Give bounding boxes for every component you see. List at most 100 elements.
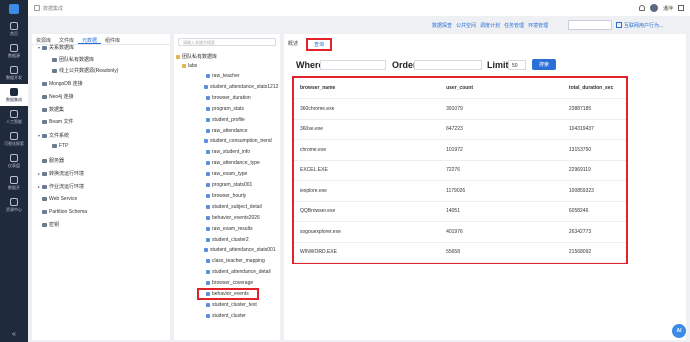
- resource-item[interactable]: Neo4j 连接: [38, 93, 73, 100]
- table-item[interactable]: student_attendance_detail: [206, 269, 271, 275]
- schema-node[interactable]: labs: [182, 63, 197, 69]
- fullscreen-icon[interactable]: [678, 5, 684, 11]
- nav-item-5[interactable]: 可视化探索: [0, 128, 28, 150]
- resource-item[interactable]: 团队私有数据库: [48, 56, 94, 63]
- resource-item[interactable]: 密钥: [38, 221, 59, 228]
- nav-item-label: 数据集成: [6, 96, 22, 102]
- table-row[interactable]: WINWORD.EXE 55658 21568092: [294, 242, 626, 263]
- resource-item-label: 关系数据库: [49, 45, 75, 51]
- table-item[interactable]: browser_coverage: [206, 280, 253, 286]
- tree-root[interactable]: 团队私有数据库: [176, 53, 217, 60]
- table-item-label: behavior_events2026: [212, 214, 260, 221]
- table-icon: [206, 281, 210, 286]
- table-item[interactable]: raw_attendance_type: [206, 160, 260, 166]
- avatar[interactable]: [649, 4, 658, 12]
- table-item[interactable]: raw_exam_type: [206, 171, 247, 177]
- table-item[interactable]: program_stats: [206, 106, 244, 112]
- table-row[interactable]: 360se.exe 647223 104319437: [294, 119, 626, 140]
- search-button[interactable]: 搜索: [532, 59, 556, 70]
- dashboard-icon: [10, 153, 18, 162]
- database-icon: [10, 43, 18, 52]
- table-item[interactable]: raw_attendance: [206, 128, 248, 134]
- notification-icon[interactable]: [638, 5, 645, 11]
- table-icon: [206, 313, 210, 318]
- table-item[interactable]: student_cluster2: [206, 237, 249, 243]
- nav-item-2[interactable]: 数据开发: [0, 62, 28, 84]
- table-row[interactable]: QQBrowser.exe 14051 6058246: [294, 201, 626, 222]
- table-row[interactable]: chrome.exe 101972 13153750: [294, 139, 626, 161]
- order-input[interactable]: [414, 60, 482, 70]
- resource-item[interactable]: ▸ 作业流运行环境: [38, 183, 84, 190]
- resource-item[interactable]: 数据集: [38, 106, 64, 113]
- toolbar-link-4[interactable]: 环境管理: [528, 22, 548, 29]
- resource-item[interactable]: Partition Schema: [38, 209, 87, 215]
- table-row[interactable]: 360chrome.exe 391079 23887185: [294, 98, 626, 120]
- toolbar-link-1[interactable]: 公共空间: [456, 22, 476, 29]
- nav-item-7[interactable]: 数据开: [0, 172, 28, 194]
- chart-icon: [10, 131, 18, 140]
- table-item[interactable]: browser_duration: [206, 95, 251, 101]
- table-icon: [206, 237, 210, 242]
- resource-item[interactable]: 线上公共数据源(Readonly): [48, 67, 118, 74]
- tree-root-label: 团队私有数据库: [182, 54, 218, 60]
- toolbar-link-0[interactable]: 数据探查: [432, 22, 452, 29]
- open-icon: [10, 175, 18, 184]
- table-item[interactable]: student_consumption_trend: [204, 138, 272, 144]
- toolbar-link-2[interactable]: 调度计划: [480, 22, 500, 29]
- table-item[interactable]: program_stats001: [206, 182, 252, 188]
- project-link[interactable]: 互联网用户行为...: [616, 20, 684, 30]
- resource-tab-0[interactable]: 资源库: [32, 34, 55, 44]
- resource-tab-1[interactable]: 文件库: [55, 34, 78, 44]
- environment-select[interactable]: [568, 20, 612, 30]
- table-search-input[interactable]: 请输入关键字搜索: [178, 38, 276, 46]
- table-item[interactable]: browser_hourly: [206, 193, 246, 199]
- nav-item-1[interactable]: 数据源: [0, 40, 28, 62]
- table-item[interactable]: student_attendance_stats1212: [204, 84, 278, 90]
- table-item[interactable]: raw_student_info: [206, 149, 250, 155]
- resource-item[interactable]: ▸ 转换流运行环境: [38, 170, 84, 177]
- table-item[interactable]: student_attendance_stats001: [204, 247, 276, 253]
- nav-item-8[interactable]: 资源中心: [0, 194, 28, 216]
- resource-tab-3[interactable]: 组件库: [101, 34, 124, 44]
- nav-item-0[interactable]: 首页: [0, 18, 28, 40]
- table-row[interactable]: iexplore.exe 1179026 100859323: [294, 180, 626, 202]
- table-row[interactable]: sogouexplorer.exe 401976 26342773: [294, 221, 626, 243]
- table-row[interactable]: EXCEL.EXE 72276 22969119: [294, 160, 626, 181]
- table-item[interactable]: class_teacher_mapping: [206, 258, 265, 264]
- table-item-label: raw_student_info: [212, 149, 251, 156]
- table-item-label: browser_duration: [212, 94, 251, 101]
- resource-item[interactable]: Beam 文件: [38, 118, 73, 125]
- toolbar-link-3[interactable]: 任务管理: [504, 22, 524, 29]
- resource-item[interactable]: ▾ 文件系统: [38, 132, 69, 139]
- table-item[interactable]: raw_teacher: [206, 73, 240, 79]
- nav-item-6[interactable]: 仪表盘: [0, 150, 28, 172]
- limit-input[interactable]: 50: [508, 60, 526, 70]
- table-item[interactable]: student_profile: [206, 117, 245, 123]
- resource-item[interactable]: FTP: [48, 143, 68, 149]
- resource-item[interactable]: MongoDB 连接: [38, 80, 83, 87]
- table-item[interactable]: student_subject_detail: [206, 204, 262, 210]
- table-item[interactable]: behavior_events2026: [206, 215, 260, 221]
- resource-icon: [52, 144, 57, 148]
- table-icon: [206, 128, 210, 133]
- nav-item-3[interactable]: 数据集成: [0, 84, 28, 106]
- resource-item-label: 团队私有数据库: [59, 57, 95, 63]
- resource-tab-2[interactable]: 元数据: [78, 34, 102, 44]
- resource-icon: [42, 158, 47, 163]
- main-tab-0[interactable]: 概述: [288, 40, 298, 51]
- table-item-label: student_profile: [212, 116, 245, 123]
- ai-assistant-button[interactable]: AI: [672, 324, 686, 338]
- table-item[interactable]: raw_exam_results: [206, 226, 253, 232]
- resource-item[interactable]: ▾ 关系数据库: [38, 44, 74, 51]
- resource-item[interactable]: Web Service: [38, 196, 77, 202]
- main-tab-1[interactable]: 查询: [306, 38, 333, 51]
- table-item[interactable]: student_cluster: [206, 313, 246, 319]
- resource-item[interactable]: 服务器: [38, 157, 64, 164]
- table-icon: [204, 139, 208, 144]
- nav-item-4[interactable]: 人工智能: [0, 106, 28, 128]
- where-input[interactable]: [320, 60, 386, 70]
- main-nav: 首页 数据源 数据开发数据集成人工智能 可视化探索 仪表盘 数据开 资源中心 «: [0, 0, 28, 342]
- collapse-nav-icon[interactable]: «: [0, 331, 28, 338]
- table-item[interactable]: student_cluster_test: [206, 302, 257, 308]
- username[interactable]: 潘萍: [663, 5, 673, 12]
